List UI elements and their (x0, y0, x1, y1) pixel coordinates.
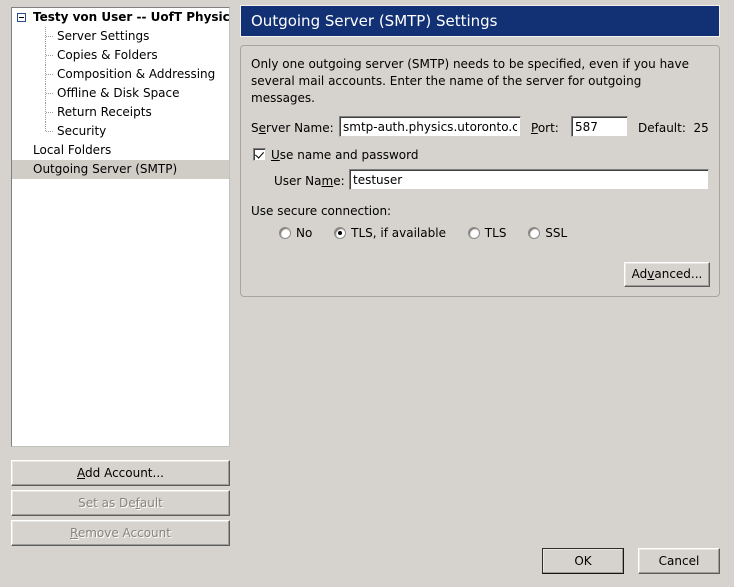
accounts-pane: Testy von User -- UofT Physics Server Se… (11, 7, 232, 546)
cancel-button[interactable]: Cancel (638, 548, 720, 574)
tree-item-server-settings[interactable]: Server Settings (12, 27, 229, 46)
tree-line-horizontal (46, 131, 54, 132)
radio-label: SSL (545, 226, 568, 240)
tree-line-horizontal (46, 74, 54, 75)
tree-item-local-folders[interactable]: Local Folders (12, 141, 229, 160)
accel-letter: A (77, 466, 86, 480)
tree-line-horizontal (46, 55, 54, 56)
tree-item-label: Security (57, 124, 107, 138)
add-account-button[interactable]: Add Account... (11, 460, 230, 486)
server-name-input[interactable] (339, 116, 521, 137)
remove-account-button[interactable]: Remove Account (11, 520, 230, 546)
radio-option-ssl[interactable]: SSL (528, 224, 567, 242)
radio-button-selected-icon[interactable] (334, 227, 347, 239)
default-port-label: Default: 25 (638, 118, 709, 138)
radio-label: TLS (484, 226, 507, 240)
tree-item-label: Outgoing Server (SMTP) (33, 162, 178, 176)
tree-line-horizontal (46, 36, 54, 37)
account-tree[interactable]: Testy von User -- UofT Physics Server Se… (11, 7, 230, 447)
radio-option-tls[interactable]: TLS (467, 224, 507, 242)
tree-item-label: Server Settings (57, 29, 150, 43)
server-name-label: Server Name: (251, 121, 334, 135)
port-label: Port: (531, 121, 559, 135)
radio-label: No (296, 226, 313, 240)
page-title: Outgoing Server (SMTP) Settings (240, 5, 720, 37)
port-input[interactable] (571, 116, 628, 137)
tree-line-horizontal (46, 93, 54, 94)
radio-option-no[interactable]: No (279, 224, 312, 242)
tree-item-label: Local Folders (33, 143, 112, 157)
radio-button-icon[interactable] (467, 227, 480, 239)
accel-letter: P (531, 121, 538, 135)
use-name-and-password-label: Use name and password (271, 148, 419, 162)
ok-button[interactable]: OK (542, 548, 624, 574)
user-name-input[interactable] (349, 169, 709, 190)
tree-item-copies-folders[interactable]: Copies & Folders (12, 46, 229, 65)
tree-item-label: Composition & Addressing (57, 67, 216, 81)
tree-item-label: Return Receipts (57, 105, 152, 119)
tree-item-return-receipts[interactable]: Return Receipts (12, 103, 229, 122)
accel-letter: R (70, 526, 78, 540)
tree-item-security[interactable]: Security (12, 122, 229, 141)
use-name-and-password-checkbox[interactable]: Use name and password (253, 146, 418, 164)
radio-label: TLS, if available (351, 226, 446, 240)
smtp-description-text: Only one outgoing server (SMTP) needs to… (251, 57, 690, 105)
advanced-button[interactable]: Advanced... (624, 262, 710, 287)
settings-pane: Outgoing Server (SMTP) Settings Only one… (240, 5, 724, 305)
tree-item-label: Testy von User -- UofT Physics (33, 10, 230, 24)
user-name-label: User Name: (274, 174, 345, 188)
set-as-default-button[interactable]: Set as Default (11, 490, 230, 516)
tree-line-horizontal (46, 112, 54, 113)
accel-letter: v (647, 267, 655, 281)
secure-connection-radio-group: No TLS, if available TLS SSL (279, 224, 567, 242)
secure-connection-label: Use secure connection: (251, 204, 392, 218)
radio-button-icon[interactable] (528, 227, 541, 239)
tree-item-offline-disk-space[interactable]: Offline & Disk Space (12, 84, 229, 103)
default-port-caption: Default: (638, 121, 686, 135)
collapse-minus-icon[interactable] (17, 13, 26, 22)
tree-item-outgoing-server-smtp[interactable]: Outgoing Server (SMTP) (12, 160, 229, 179)
accel-letter: m (321, 174, 334, 188)
radio-button-icon[interactable] (279, 227, 291, 239)
radio-option-tls-if-available[interactable]: TLS, if available (334, 224, 446, 242)
tree-item-account-root[interactable]: Testy von User -- UofT Physics (12, 8, 229, 27)
default-port-value: 25 (693, 121, 709, 135)
accel-letter: U (271, 148, 280, 162)
tree-item-label: Copies & Folders (57, 48, 158, 62)
accel-letter: e (258, 121, 267, 135)
tree-item-label: Offline & Disk Space (57, 86, 180, 100)
smtp-settings-groupbox: Only one outgoing server (SMTP) needs to… (240, 45, 720, 297)
tree-item-composition-addressing[interactable]: Composition & Addressing (12, 65, 229, 84)
accel-letter: f (135, 496, 140, 510)
checkbox-check-icon[interactable] (253, 148, 266, 161)
